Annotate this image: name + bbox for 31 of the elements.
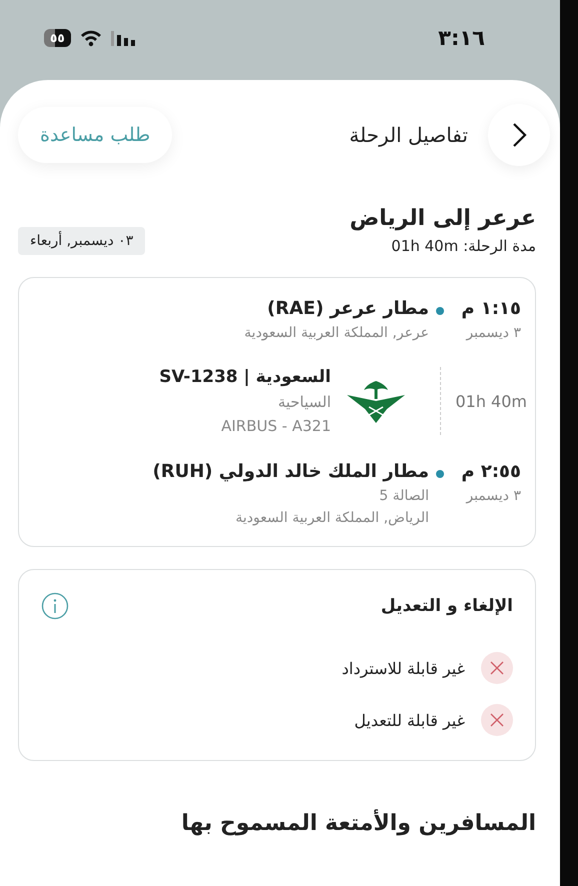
policy-label: غير قابلة للتعديل [354, 710, 465, 730]
policy-label: غير قابلة للاسترداد [342, 658, 465, 678]
flight-date: ٣ ديسمبر [464, 488, 521, 504]
info-icon[interactable] [41, 592, 69, 620]
date-chip: ٠٣ ديسمبر, أربعاء [18, 227, 146, 255]
segment-duration: 01h 40m [454, 392, 528, 410]
card-title: الإلغاء و التعديل [380, 596, 513, 616]
aircraft-type: AIRBUS - A321 [220, 417, 331, 435]
airport-detail: الرياض, المملكة العربية السعودية [234, 510, 429, 526]
airport-detail: الصالة 5 [378, 488, 429, 504]
clock-time: ٣:١٦ [438, 26, 485, 50]
signal-icon [110, 30, 137, 46]
page-title: تفاصيل الرحلة [348, 123, 468, 147]
trip-duration: مدة الرحلة: 01h 40m [390, 237, 536, 255]
wifi-icon [78, 28, 103, 46]
chevron-icon [511, 122, 527, 148]
timeline-dot [436, 307, 444, 315]
airport-name: مطار الملك خالد الدولي (RUH) [152, 461, 429, 482]
help-button[interactable]: طلب مساعدة [18, 107, 172, 163]
battery-icon: ٥٥ [44, 28, 71, 46]
airport-detail: عرعر, المملكة العربية السعودية [243, 325, 429, 341]
flight-time: ٢:٥٥ م [460, 461, 521, 482]
section-heading: المسافرين والأمتعة المسموح بها [180, 811, 536, 836]
airline-flight-number: السعودية | SV-1238 [159, 367, 331, 387]
flight-time: ١:١٥ م [460, 298, 521, 319]
cabin-class: السياحية [276, 393, 331, 411]
flight-date: ٣ ديسمبر [464, 325, 521, 341]
winged-emblem-icon [347, 379, 405, 423]
timeline-dot [436, 470, 444, 478]
airport-name: مطار عرعر (RAE) [266, 298, 429, 319]
route-title: عرعر إلى الرياض [350, 206, 536, 231]
